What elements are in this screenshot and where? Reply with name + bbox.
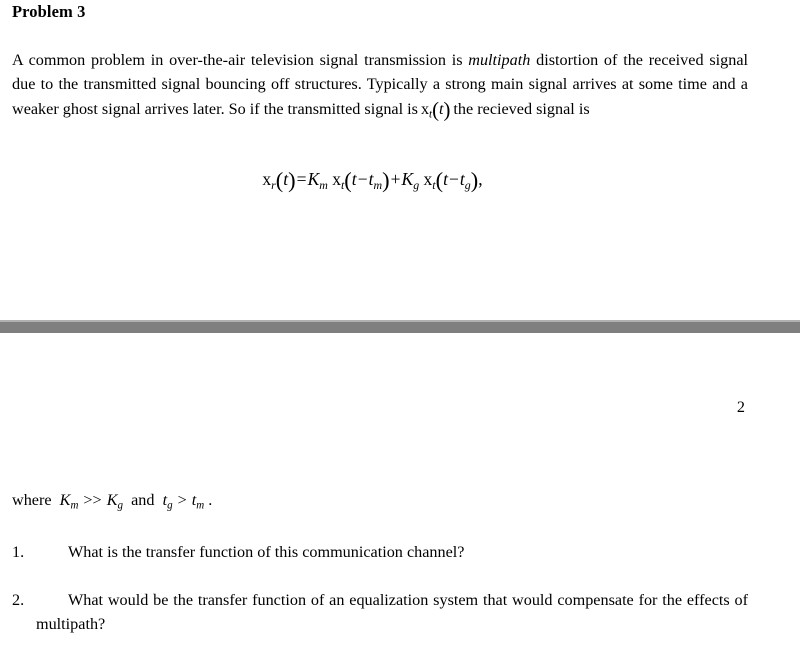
where-greater-sign: > <box>177 491 187 509</box>
where-and-label: and <box>131 491 155 509</box>
question-1-body: What is the transfer function of this co… <box>12 540 748 564</box>
where-conditions-line: where Km >> Kg and tg > tm . <box>12 488 212 512</box>
inline-math-transmitted-signal: xt(t) <box>418 98 453 121</box>
equation-term2-coefficient-subscript: g <box>413 177 420 192</box>
where-period: . <box>208 491 213 509</box>
question-item-2: 2. What would be the transfer function o… <box>12 588 748 637</box>
question-2-body: What would be the transfer function of a… <box>12 588 748 637</box>
equation-term1-coefficient-subscript: m <box>319 177 328 192</box>
question-2-text: What would be the transfer function of a… <box>36 591 748 634</box>
where-k-ghost-subscript: g <box>117 499 124 512</box>
section-separator-bar <box>0 320 800 333</box>
where-t-ghost-subscript: g <box>167 499 173 512</box>
equation-term1-variable: t <box>351 169 357 189</box>
page-number: 2 <box>736 398 745 416</box>
equation-term2-minus-sign: − <box>448 169 459 189</box>
inline-math-close-paren: ) <box>443 98 451 121</box>
question-1-text: What is the transfer function of this co… <box>68 543 465 561</box>
question-item-1: 1. What is the transfer function of this… <box>12 540 748 564</box>
paragraph-text-part-1: A common problem in over-the-air televis… <box>12 51 469 69</box>
equation-term1-delay-subscript: m <box>373 177 383 192</box>
inline-math-open-paren: ( <box>432 98 440 121</box>
where-expression: where Km >> Kg and tg > tm . <box>12 491 213 512</box>
equation-equals-sign: = <box>296 169 307 189</box>
equation-lhs-function: x <box>262 169 272 189</box>
where-k-main-subscript: m <box>70 499 79 512</box>
equation-expression: xr(t)=Km xt(t−tm)+Kg xt(t−tg), <box>262 167 483 193</box>
equation-plus-sign: + <box>390 169 401 189</box>
where-label: where <box>12 491 52 509</box>
equation-term2-function: x <box>423 169 433 189</box>
equation-term2-open-paren: ( <box>435 167 444 193</box>
equation-term1-minus-sign: − <box>357 169 368 189</box>
equation-term1-coefficient: K <box>307 169 320 189</box>
equation-term1-open-paren: ( <box>344 167 352 193</box>
where-much-greater-sign: >> <box>83 491 102 509</box>
equation-term1-function: x <box>332 169 341 189</box>
where-t-main-subscript: m <box>196 499 205 512</box>
emphasis-multipath: multipath <box>468 51 531 69</box>
where-k-ghost: K <box>106 491 118 509</box>
equation-lhs-close-paren: ) <box>288 167 296 193</box>
intro-paragraph: A common problem in over-the-air televis… <box>12 48 748 121</box>
equation-term1-close-paren: ) <box>382 167 390 193</box>
display-equation: xr(t)=Km xt(t−tm)+Kg xt(t−tg), <box>0 166 745 192</box>
document-page: Problem 3 A common problem in over-the-a… <box>0 0 800 664</box>
where-k-main: K <box>59 491 71 509</box>
question-1-number: 1. <box>12 543 25 561</box>
equation-trailing-comma: , <box>478 169 483 189</box>
question-2-number: 2. <box>12 591 25 609</box>
paragraph-text-part-3: the recieved signal is <box>453 99 590 118</box>
inline-math-function: x <box>420 99 430 118</box>
page-title: Problem 3 <box>12 2 86 21</box>
equation-term2-coefficient: K <box>401 169 414 189</box>
